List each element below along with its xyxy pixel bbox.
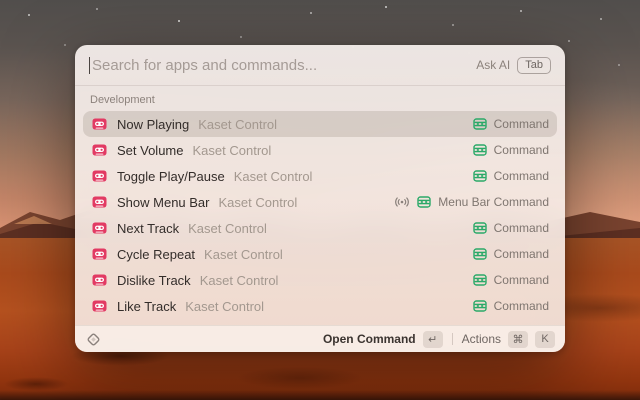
cassette-icon: [91, 168, 107, 184]
search-input[interactable]: [92, 57, 476, 74]
list-item-now-playing[interactable]: Now Playing Kaset Control Command: [83, 111, 557, 137]
item-type-label: Command: [494, 273, 549, 287]
list-item-cycle-repeat[interactable]: Cycle Repeat Kaset Control Command: [83, 241, 557, 267]
actions-button[interactable]: Actions ⌘ K: [462, 331, 555, 348]
item-type-label: Command: [494, 299, 549, 313]
section-header-development: Development: [90, 94, 557, 106]
actions-label: Actions: [462, 332, 501, 346]
cassette-icon: [91, 142, 107, 158]
item-subtitle: Kaset Control: [185, 299, 264, 314]
open-command-button[interactable]: Open Command ↵: [323, 331, 443, 348]
item-subtitle: Kaset Control: [204, 247, 283, 262]
cassette-outline-icon: [472, 168, 488, 184]
tab-key-badge: Tab: [517, 57, 551, 74]
list-item-toggle-play-pause[interactable]: Toggle Play/Pause Kaset Control Command: [83, 163, 557, 189]
k-key-badge: K: [535, 331, 555, 348]
list-item-set-volume[interactable]: Set Volume Kaset Control Command: [83, 137, 557, 163]
cassette-icon: [91, 220, 107, 236]
raycast-logo-icon: [85, 331, 101, 347]
item-title: Set Volume: [117, 143, 184, 158]
launcher-window: Ask AI Tab Development Now Playing Kaset…: [75, 45, 565, 352]
cassette-outline-icon: [416, 194, 432, 210]
search-bar: Ask AI Tab: [75, 45, 565, 85]
ask-ai-label: Ask AI: [476, 58, 510, 72]
cassette-icon: [91, 246, 107, 262]
footer-bar: Open Command ↵ Actions ⌘ K: [75, 325, 565, 352]
open-command-label: Open Command: [323, 332, 416, 346]
item-type-label: Command: [494, 247, 549, 261]
cassette-outline-icon: [472, 272, 488, 288]
item-subtitle: Kaset Control: [200, 273, 279, 288]
item-type-label: Command: [494, 221, 549, 235]
text-caret: [89, 57, 90, 74]
cassette-outline-icon: [472, 220, 488, 236]
item-title: Like Track: [117, 299, 176, 314]
cassette-outline-icon: [472, 116, 488, 132]
cassette-icon: [91, 194, 107, 210]
ask-ai-button[interactable]: Ask AI Tab: [476, 57, 551, 74]
item-type-label: Command: [494, 169, 549, 183]
desktop: Ask AI Tab Development Now Playing Kaset…: [0, 0, 640, 400]
item-title: Show Menu Bar: [117, 195, 210, 210]
item-subtitle: Kaset Control: [193, 143, 272, 158]
item-subtitle: Kaset Control: [188, 221, 267, 236]
item-title: Next Track: [117, 221, 179, 236]
cassette-icon: [91, 272, 107, 288]
broadcast-icon: [394, 194, 410, 210]
cassette-outline-icon: [472, 298, 488, 314]
list-item-next-track[interactable]: Next Track Kaset Control Command: [83, 215, 557, 241]
cassette-icon: [91, 116, 107, 132]
item-title: Now Playing: [117, 117, 189, 132]
cmd-key-badge: ⌘: [508, 331, 528, 348]
item-subtitle: Kaset Control: [198, 117, 277, 132]
item-type-label: Command: [494, 143, 549, 157]
cassette-outline-icon: [472, 142, 488, 158]
wallpaper-stars: [0, 0, 2, 2]
cassette-outline-icon: [472, 246, 488, 262]
enter-key-badge: ↵: [423, 331, 443, 348]
item-subtitle: Kaset Control: [219, 195, 298, 210]
item-title: Toggle Play/Pause: [117, 169, 225, 184]
results-list: Development Now Playing Kaset Control Co…: [75, 86, 565, 325]
item-title: Dislike Track: [117, 273, 191, 288]
list-item-like-track[interactable]: Like Track Kaset Control Command: [83, 293, 557, 319]
cassette-icon: [91, 298, 107, 314]
item-type-label: Command: [494, 117, 549, 131]
list-item-dislike-track[interactable]: Dislike Track Kaset Control Command: [83, 267, 557, 293]
item-subtitle: Kaset Control: [234, 169, 313, 184]
item-type-label: Menu Bar Command: [438, 195, 549, 209]
list-item-show-menu-bar[interactable]: Show Menu Bar Kaset Control Menu Bar Com…: [83, 189, 557, 215]
item-title: Cycle Repeat: [117, 247, 195, 262]
footer-divider: [452, 333, 453, 345]
